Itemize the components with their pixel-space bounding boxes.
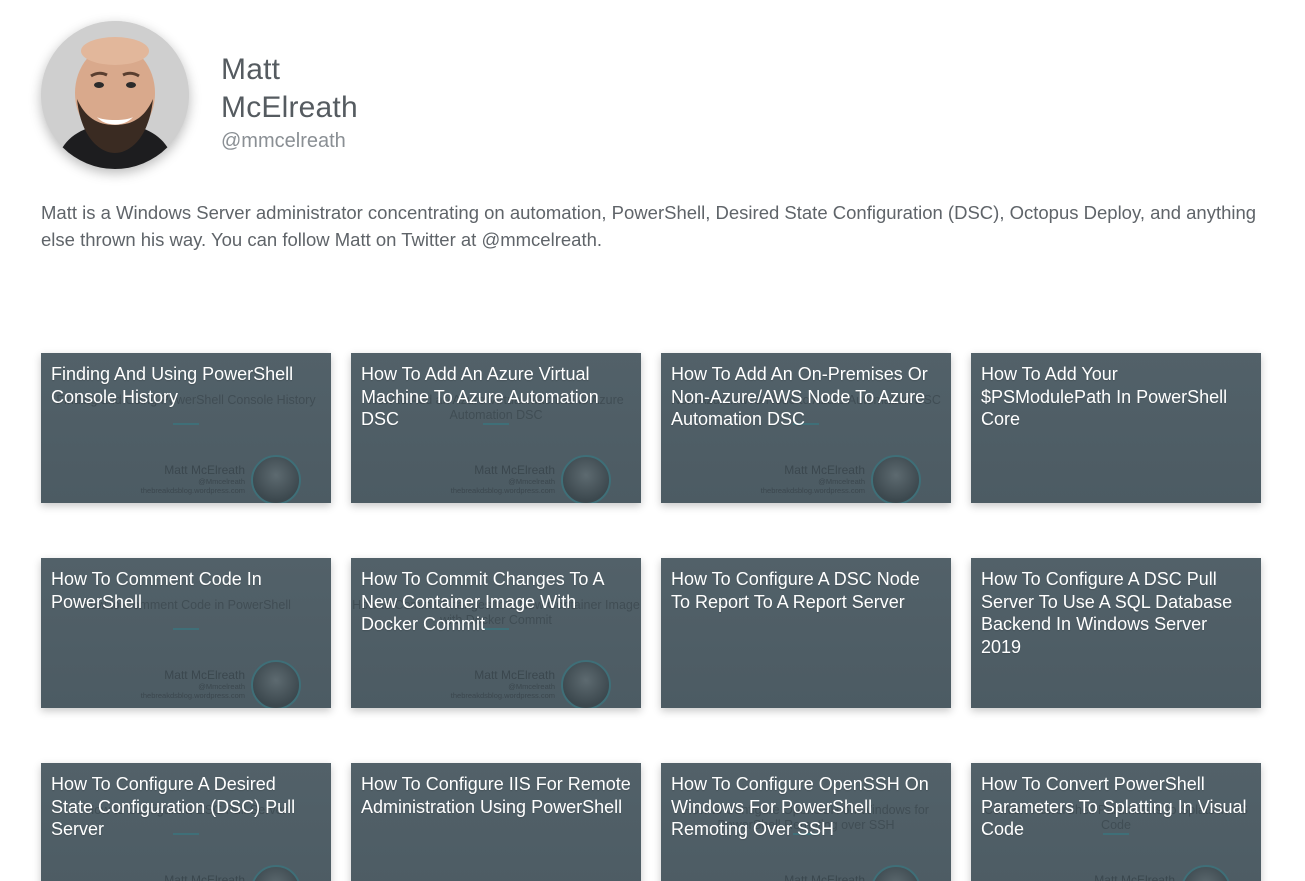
article-title[interactable]: How To Configure IIS For Remote Administ… [361,773,631,818]
thumbnail-byline: Matt McElreath@Mmcelreaththebreakdsblog.… [451,463,555,495]
article-title[interactable]: How To Convert PowerShell Parameters To … [981,773,1251,841]
thumbnail-avatar-icon [561,660,611,708]
thumbnail-avatar-icon [251,455,301,503]
article-title[interactable]: Finding And Using PowerShell Console His… [51,363,321,408]
article-card[interactable]: How to Configure OpenSSH on Windows for … [661,763,951,881]
article-card[interactable]: Convert PowerShell Parameters to Splats … [971,763,1261,881]
thumbnail-byline-handle: @Mmcelreath [508,477,555,486]
thumbnail-byline-url: thebreakdsblog.wordpress.com [760,486,865,495]
thumbnail-byline: Matt McElreath@Mmcelreaththebreakdsblog.… [451,668,555,700]
article-title[interactable]: How To Add An On-Premises Or Non-Azure/A… [671,363,941,431]
thumbnail-byline-url: thebreakdsblog.wordpress.com [140,486,245,495]
thumbnail-byline-name: Matt McElreath [474,668,555,682]
article-grid: Finding and Using PowerShell Console His… [41,353,1261,881]
article-title[interactable]: How To Commit Changes To A New Container… [361,568,631,636]
article-title[interactable]: How To Comment Code In PowerShell [51,568,321,613]
author-avatar [41,21,189,169]
thumbnail-byline-name: Matt McElreath [164,668,245,682]
thumbnail-byline-handle: @Mmcelreath [818,477,865,486]
thumbnail-byline: Matt McElreath@Mmcelreaththebreakdsblog.… [141,463,245,495]
author-name-block: Matt McElreath @mmcelreath [221,51,358,155]
article-title[interactable]: How To Configure A DSC Node To Report To… [671,568,941,613]
thumbnail-byline-url: thebreakdsblog.wordpress.com [450,691,555,700]
thumbnail-byline-url: thebreakdsblog.wordpress.com [450,486,555,495]
article-card[interactable]: How to Comment Code in PowerShell Matt Mc… [41,558,331,708]
thumbnail-byline-name: Matt McElreath [164,873,245,881]
article-card[interactable]: How To Configure IIS For Remote Administ… [351,763,641,881]
article-title[interactable]: How To Configure A DSC Pull Server To Us… [981,568,1251,658]
thumbnail-avatar-icon [251,660,301,708]
thumbnail-avatar-icon [251,865,301,881]
article-card[interactable]: How To Add Your $PSModulePath In PowerSh… [971,353,1261,503]
thumbnail-byline: Matt McElreath@Mmcelreaththebreakdsblog.… [761,463,865,495]
article-title[interactable]: How To Configure A Desired State Configu… [51,773,321,841]
article-title[interactable]: How To Configure OpenSSH On Windows For … [671,773,941,841]
thumbnail-avatar-icon [871,865,921,881]
thumbnail-byline-name: Matt McElreath [474,463,555,477]
thumbnail-byline: Matt McElreath@Mmcelreaththebreakdsblog.… [761,873,865,881]
thumbnail-avatar-icon [561,455,611,503]
thumbnail-byline-name: Matt McElreath [1094,873,1175,881]
author-handle: @mmcelreath [221,130,346,152]
article-card[interactable]: How to Commit Changes to a New Container… [351,558,641,708]
author-bio: Matt is a Windows Server administrator c… [41,202,1257,250]
article-card[interactable]: How to Add an Azure Virtual Machine to A… [351,353,641,503]
thumbnail-avatar-icon [871,455,921,503]
thumbnail-rule [173,628,199,630]
thumbnail-rule [173,423,199,425]
thumbnail-byline-name: Matt McElreath [784,463,865,477]
article-title[interactable]: How To Add An Azure Virtual Machine To A… [361,363,631,431]
article-card[interactable]: How To Configure A DSC Node To Report To… [661,558,951,708]
author-page: Matt McElreath @mmcelreath Matt is a Win… [0,0,1305,881]
article-title[interactable]: How To Add Your $PSModulePath In PowerSh… [981,363,1251,431]
author-name: Matt McElreath [221,53,358,124]
thumbnail-byline-name: Matt McElreath [784,873,865,881]
thumbnail-avatar-icon [1181,865,1231,881]
thumbnail-byline: Matt McElreath@Mmcelreaththebreakdsblog.… [141,873,245,881]
article-card[interactable]: Non-Azure/AWS Node to Azure Automation D… [661,353,951,503]
article-card[interactable]: Finding and Using PowerShell Console His… [41,353,331,503]
profile-header: Matt McElreath @mmcelreath [41,21,358,171]
author-photo-icon [41,21,189,169]
thumbnail-byline-handle: @Mmcelreath [198,477,245,486]
thumbnail-byline-handle: @Mmcelreath [508,682,555,691]
thumbnail-byline: Matt McElreath@Mmcelreaththebreakdsblog.… [141,668,245,700]
article-card[interactable]: How to Configure a DSC Pull Server Matt M… [41,763,331,881]
thumbnail-byline-name: Matt McElreath [164,463,245,477]
thumbnail-byline: Matt McElreath@Mmcelreaththebreakdsblog.… [1071,873,1175,881]
thumbnail-byline-url: thebreakdsblog.wordpress.com [140,691,245,700]
article-card[interactable]: How To Configure A DSC Pull Server To Us… [971,558,1261,708]
thumbnail-byline-handle: @Mmcelreath [198,682,245,691]
